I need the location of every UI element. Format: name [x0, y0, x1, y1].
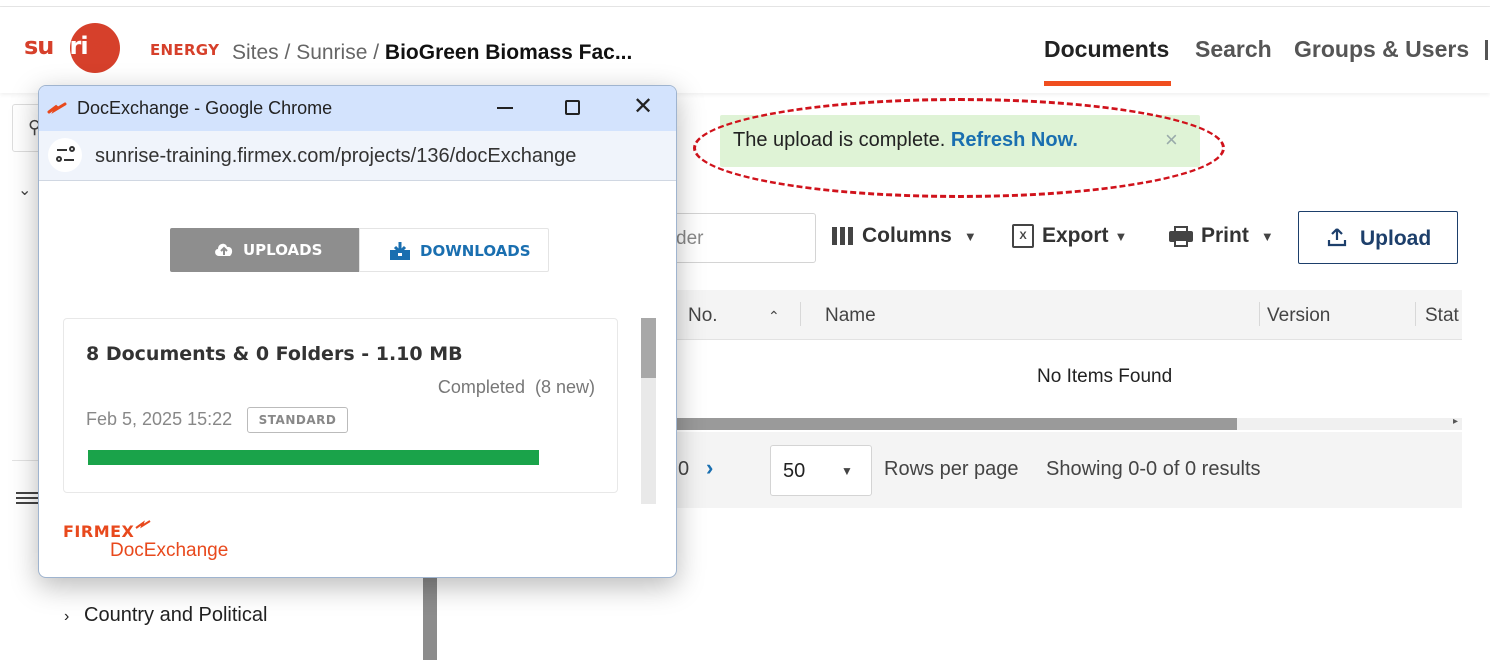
rows-per-page-label: Rows per page [884, 458, 1019, 480]
sidebar-scrollbar[interactable] [423, 578, 437, 660]
caret-down-icon: ▼ [1114, 228, 1128, 244]
maximize-button[interactable] [550, 92, 596, 124]
upload-status: Completed (8 new) [438, 377, 595, 398]
close-window-button[interactable]: ✕ [620, 92, 666, 124]
column-header-no[interactable]: No. [688, 305, 718, 327]
upload-icon [1327, 228, 1347, 247]
breadcrumb-path[interactable]: Sites / Sunrise / [232, 41, 385, 64]
firmex-swoosh-icon [135, 520, 151, 529]
column-header-status[interactable]: Stat [1425, 305, 1459, 327]
app-header: sunrise ENERGY Sites / Sunrise / BioGree… [0, 7, 1490, 93]
column-header-version[interactable]: Version [1267, 305, 1330, 327]
chevron-down-icon[interactable]: ⌄ [18, 180, 31, 200]
firmex-favicon-icon [47, 102, 67, 114]
refresh-now-link[interactable]: Refresh Now. [951, 129, 1078, 151]
rows-per-page-select[interactable]: 50 ▼ [770, 445, 872, 496]
upload-status-text: Completed [437, 377, 525, 397]
next-page-icon[interactable]: › [706, 455, 713, 481]
upload-job-title: 8 Documents & 0 Folders - 1.10 MB [86, 343, 463, 365]
logo-word: sunrise [24, 32, 117, 60]
firmex-docexchange-logo: FIRMEX DocExchange [63, 520, 229, 562]
site-settings-icon[interactable] [48, 138, 82, 172]
empty-state: No Items Found [1037, 366, 1173, 387]
excel-icon: X [1012, 224, 1034, 249]
upload-type-badge: STANDARD [247, 407, 348, 433]
minimize-button[interactable] [482, 92, 528, 124]
columns-button[interactable]: Columns ▼ [832, 224, 977, 256]
breadcrumb: Sites / Sunrise / BioGreen Biomass Fac..… [232, 41, 632, 65]
tab-uploads-label: UPLOADS [243, 241, 323, 259]
nav-overflow-edge [1485, 40, 1488, 60]
rows-per-page-value: 50 [783, 460, 806, 482]
filter-placeholder: der [676, 228, 704, 249]
toast-message: The upload is complete. Refresh Now. [733, 129, 1078, 152]
nav-documents[interactable]: Documents [1044, 36, 1169, 63]
sunrise-logo[interactable]: sunrise [24, 23, 122, 73]
column-separator [1415, 302, 1416, 326]
cloud-upload-icon [215, 243, 233, 256]
sidebar-item-country-political[interactable]: › Country and Political [64, 604, 267, 627]
column-header-name[interactable]: Name [825, 305, 876, 327]
horizontal-scrollbar[interactable]: ▸ [640, 416, 1462, 430]
tab-uploads[interactable]: UPLOADS [170, 228, 359, 272]
upload-label: Upload [1360, 227, 1432, 250]
nav-search[interactable]: Search [1195, 36, 1272, 63]
upload-progress-fill [88, 450, 539, 465]
breadcrumb-current: BioGreen Biomass Fac... [384, 41, 633, 64]
download-box-icon [390, 242, 410, 260]
window-titlebar[interactable]: DocExchange - Google Chrome ✕ [39, 86, 676, 131]
popup-scrollbar[interactable] [641, 318, 656, 504]
upload-button[interactable]: Upload [1298, 211, 1458, 264]
column-separator [1259, 302, 1260, 326]
print-label: Print [1201, 224, 1249, 247]
docexchange-popup-window: DocExchange - Google Chrome ✕ sunrise-tr… [38, 85, 677, 578]
logo-docexchange-text: DocExchange [110, 540, 229, 561]
brand-energy: ENERGY [150, 41, 220, 59]
chevron-down-icon: ▼ [841, 464, 853, 478]
upload-job-card[interactable]: 8 Documents & 0 Folders - 1.10 MB Comple… [63, 318, 618, 493]
toast-text: The upload is complete. [733, 129, 946, 151]
url-text[interactable]: sunrise-training.firmex.com/projects/136… [95, 145, 576, 168]
active-nav-underline [1044, 81, 1171, 86]
caret-down-icon: ▼ [963, 228, 977, 244]
address-bar[interactable]: sunrise-training.firmex.com/projects/136… [39, 131, 676, 181]
table-header: No. ⌃ Name Version Stat [640, 290, 1462, 340]
close-icon[interactable]: × [1165, 127, 1178, 153]
printer-icon [1169, 226, 1193, 248]
export-label: Export [1042, 224, 1109, 247]
columns-label: Columns [862, 224, 952, 247]
scroll-right-icon[interactable]: ▸ [1453, 416, 1458, 427]
export-button[interactable]: X Export ▼ [1012, 224, 1127, 256]
results-count: Showing 0-0 of 0 results [1046, 458, 1261, 480]
chevron-right-icon: › [64, 608, 70, 625]
upload-complete-toast: The upload is complete. Refresh Now. × [720, 115, 1200, 167]
page-number: 0 [678, 458, 690, 480]
column-separator [800, 302, 801, 326]
list-icon[interactable] [16, 492, 38, 506]
window-title: DocExchange - Google Chrome [77, 98, 333, 118]
caret-down-icon: ▼ [1260, 228, 1274, 244]
sidebar-item-label: Country and Political [84, 604, 268, 626]
upload-new-count: (8 new) [534, 377, 595, 397]
upload-progress-bar [88, 450, 539, 465]
upload-timestamp: Feb 5, 2025 15:22 [86, 409, 233, 429]
tab-downloads-label: DOWNLOADS [420, 242, 531, 260]
print-button[interactable]: Print ▼ [1169, 224, 1274, 256]
scrollbar-thumb[interactable] [641, 318, 656, 378]
columns-icon [832, 227, 854, 246]
nav-groups-users[interactable]: Groups & Users [1294, 36, 1469, 63]
logo-firmex-text: FIRMEX [63, 522, 135, 541]
scrollbar-thumb[interactable] [640, 418, 1237, 430]
sort-asc-icon[interactable]: ⌃ [768, 308, 780, 325]
tab-downloads[interactable]: DOWNLOADS [359, 228, 549, 272]
